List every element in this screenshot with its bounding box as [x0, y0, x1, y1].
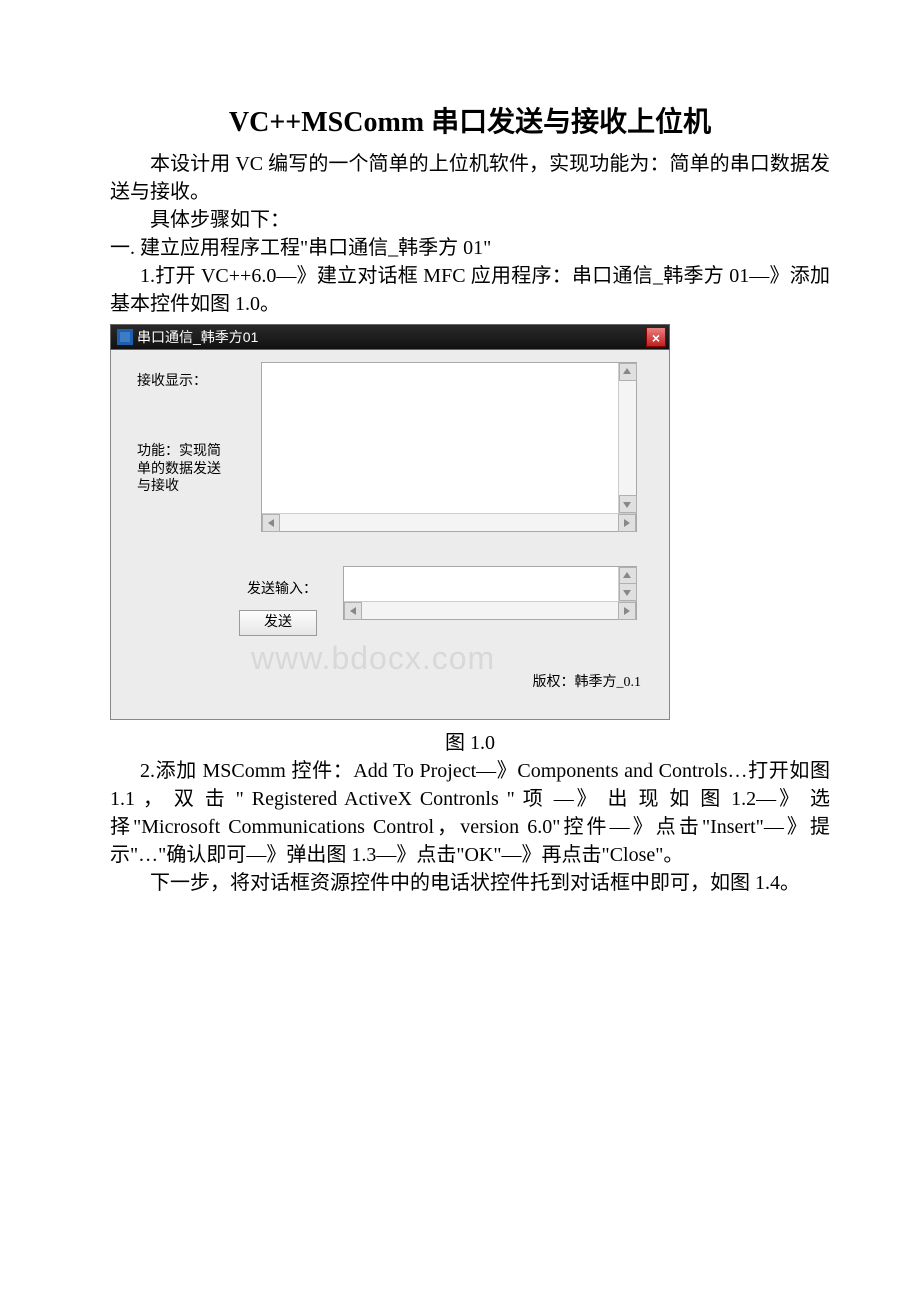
label-description: 功能：实现简单的数据发送与接收 — [137, 442, 227, 495]
scroll-up-icon — [623, 572, 631, 578]
scrollbar-vertical[interactable] — [618, 363, 636, 513]
scroll-left-icon — [350, 607, 356, 615]
label-send-input: 发送输入： — [247, 578, 317, 598]
steps-intro: 具体步骤如下： — [110, 206, 830, 234]
scroll-right-icon — [624, 607, 630, 615]
scroll-down-icon — [623, 502, 631, 508]
doc-title: VC++MSComm 串口发送与接收上位机 — [110, 100, 830, 140]
close-icon[interactable]: × — [646, 327, 666, 347]
copyright-label: 版权：韩季方_0.1 — [533, 671, 642, 691]
figure-1-caption: 图 1.0 — [110, 726, 830, 755]
scroll-down-icon — [623, 590, 631, 596]
section-1-heading: 一. 建立应用程序工程"串口通信_韩季方 01" — [110, 234, 830, 262]
watermark-text: www.bdocx.com — [251, 640, 495, 677]
app-icon — [117, 329, 133, 345]
dialog-screenshot: 串口通信_韩季方01 × 接收显示： 功能：实现简单的数据发送与接收 发送输入： — [110, 324, 670, 720]
dialog-body: 接收显示： 功能：实现简单的数据发送与接收 发送输入： 发送 www. — [110, 350, 670, 720]
scroll-right-icon — [624, 519, 630, 527]
send-button[interactable]: 发送 — [239, 610, 317, 636]
send-textarea[interactable] — [343, 566, 637, 620]
receive-textarea[interactable] — [261, 362, 637, 532]
scroll-left-icon — [268, 519, 274, 527]
section-1-step-1: 1.打开 VC++6.0—》建立对话框 MFC 应用程序：串口通信_韩季方 01… — [110, 262, 830, 318]
section-1-step-2: 2.添加 MSComm 控件：Add To Project—》Component… — [110, 757, 830, 869]
scroll-up-icon — [623, 368, 631, 374]
window-title: 串口通信_韩季方01 — [137, 327, 646, 347]
label-receive: 接收显示： — [137, 372, 207, 390]
scrollbar-horizontal[interactable] — [344, 601, 636, 619]
scrollbar-horizontal[interactable] — [262, 513, 636, 531]
intro-paragraph: 本设计用 VC 编写的一个简单的上位机软件，实现功能为：简单的串口数据发送与接收… — [110, 150, 830, 206]
dialog-titlebar: 串口通信_韩季方01 × — [110, 324, 670, 350]
section-1-step-3: 下一步，将对话框资源控件中的电话状控件托到对话框中即可，如图 1.4。 — [110, 869, 830, 897]
